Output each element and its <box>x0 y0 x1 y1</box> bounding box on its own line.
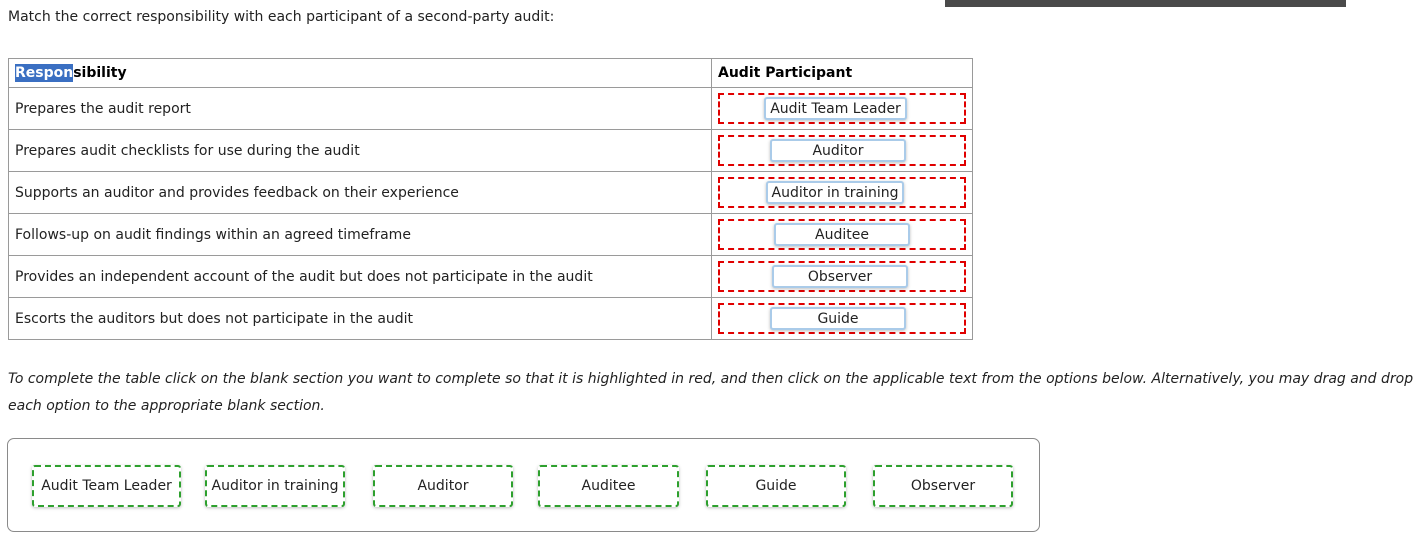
answer-drop-slot[interactable]: Observer <box>718 261 966 292</box>
option-audit-team-leader[interactable]: Audit Team Leader <box>32 465 181 507</box>
placed-answer-chip[interactable]: Observer <box>772 265 908 288</box>
participant-cell: Observer <box>711 255 973 298</box>
participant-header: Audit Participant <box>711 58 973 88</box>
option-auditor[interactable]: Auditor <box>373 465 513 507</box>
responsibility-cell: Provides an independent account of the a… <box>8 255 712 298</box>
matching-table: Responsibility Audit Participant Prepare… <box>8 58 973 340</box>
responsibility-cell: Escorts the auditors but does not partic… <box>8 297 712 340</box>
responsibility-cell: Prepares the audit report <box>8 87 712 130</box>
table-row: Prepares the audit report Audit Team Lea… <box>8 87 973 130</box>
option-observer[interactable]: Observer <box>873 465 1013 507</box>
placed-answer-chip[interactable]: Audit Team Leader <box>764 97 907 120</box>
placed-answer-chip[interactable]: Guide <box>770 307 906 330</box>
responsibility-cell: Supports an auditor and provides feedbac… <box>8 171 712 214</box>
answer-drop-slot[interactable]: Auditor in training <box>718 177 966 208</box>
participant-cell: Auditee <box>711 213 973 256</box>
table-row: Provides an independent account of the a… <box>8 255 973 298</box>
answer-drop-slot[interactable]: Auditor <box>718 135 966 166</box>
responsibility-header-rest: sibility <box>73 65 127 81</box>
participant-cell: Audit Team Leader <box>711 87 973 130</box>
placed-answer-chip[interactable]: Auditor in training <box>766 181 904 204</box>
participant-cell: Auditor <box>711 129 973 172</box>
table-row: Escorts the auditors but does not partic… <box>8 297 973 340</box>
placed-answer-chip[interactable]: Auditee <box>774 223 910 246</box>
answer-drop-slot[interactable]: Guide <box>718 303 966 334</box>
responsibility-header: Responsibility <box>8 58 712 88</box>
answer-drop-slot[interactable]: Audit Team Leader <box>718 93 966 124</box>
option-auditee[interactable]: Auditee <box>538 465 679 507</box>
participant-cell: Auditor in training <box>711 171 973 214</box>
option-guide[interactable]: Guide <box>706 465 846 507</box>
placed-answer-chip[interactable]: Auditor <box>770 139 906 162</box>
responsibility-cell: Follows-up on audit findings within an a… <box>8 213 712 256</box>
table-row: Follows-up on audit findings within an a… <box>8 213 973 256</box>
top-image-strip <box>945 0 1346 7</box>
table-row: Prepares audit checklists for use during… <box>8 129 973 172</box>
table-row: Supports an auditor and provides feedbac… <box>8 171 973 214</box>
answer-drop-slot[interactable]: Auditee <box>718 219 966 250</box>
responsibility-cell: Prepares audit checklists for use during… <box>8 129 712 172</box>
instructions-text: To complete the table click on the blank… <box>8 371 1414 414</box>
question-prompt: Match the correct responsibility with ea… <box>8 9 555 25</box>
options-panel: Audit Team Leader Auditor in training Au… <box>7 438 1040 532</box>
selected-text-highlight: Respon <box>15 64 74 82</box>
option-auditor-in-training[interactable]: Auditor in training <box>205 465 345 507</box>
participant-cell: Guide <box>711 297 973 340</box>
